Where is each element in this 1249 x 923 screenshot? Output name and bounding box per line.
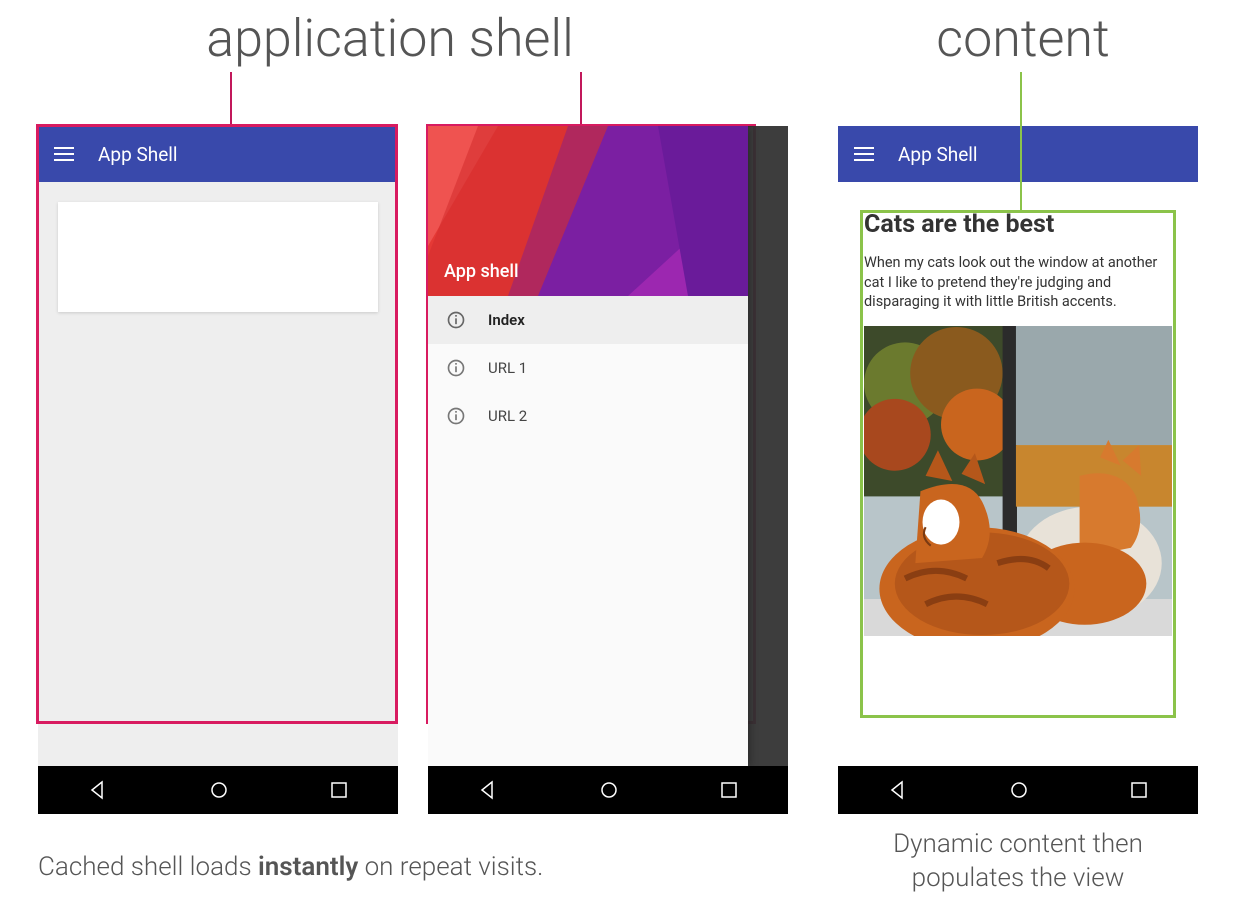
app-bar-title: App Shell [98,143,178,166]
drawer-item-index[interactable]: Index [428,296,748,344]
drawer-header: App shell [428,126,748,296]
nav-recent-icon[interactable] [720,781,738,799]
nav-home-icon[interactable] [1009,780,1029,800]
caption-content: Dynamic content then populates the view [838,828,1198,896]
placeholder-card [58,202,378,312]
article-title: Cats are the best [864,210,1172,239]
app-bar-title: App Shell [898,143,978,166]
label-application-shell: application shell [130,8,650,69]
hamburger-icon[interactable] [54,147,74,161]
info-icon [446,310,466,330]
drawer-item-url2[interactable]: URL 2 [428,392,748,440]
phone-mock-shell-drawer: App shell Index URL 1 URL 2 [428,126,788,766]
drawer-item-url1[interactable]: URL 1 [428,344,748,392]
nav-home-icon[interactable] [599,780,619,800]
nav-back-icon[interactable] [478,780,498,800]
article-image [864,326,1172,636]
nav-back-icon[interactable] [88,780,108,800]
app-bar: App Shell [38,126,398,182]
article-body: When my cats look out the window at anot… [864,253,1172,312]
content-area: Cats are the best When my cats look out … [838,182,1198,766]
drawer-item-label: URL 2 [488,407,527,425]
content-area [38,202,398,766]
nav-recent-icon[interactable] [330,781,348,799]
connector-line [1020,72,1022,212]
nav-home-icon[interactable] [209,780,229,800]
nav-back-icon[interactable] [888,780,908,800]
phone-mock-content: App Shell Cats are the best When my cats… [838,126,1198,766]
drawer-scrim[interactable] [748,126,788,766]
drawer-item-label: Index [488,311,525,329]
info-icon [446,358,466,378]
info-icon [446,406,466,426]
connector-line [230,72,232,124]
navigation-drawer: App shell Index URL 1 URL 2 [428,126,748,766]
phone-mock-shell-empty: App Shell [38,126,398,766]
drawer-title: App shell [444,261,519,282]
nav-recent-icon[interactable] [1130,781,1148,799]
label-content: content [908,8,1138,69]
article: Cats are the best When my cats look out … [838,182,1198,664]
caption-shell: Cached shell loads instantly on repeat v… [38,852,738,882]
android-nav-bar [838,766,1198,814]
connector-line [580,72,582,124]
hamburger-icon[interactable] [854,147,874,161]
android-nav-bar [428,766,788,814]
android-nav-bar [38,766,398,814]
drawer-item-label: URL 1 [488,359,527,377]
app-bar: App Shell [838,126,1198,182]
